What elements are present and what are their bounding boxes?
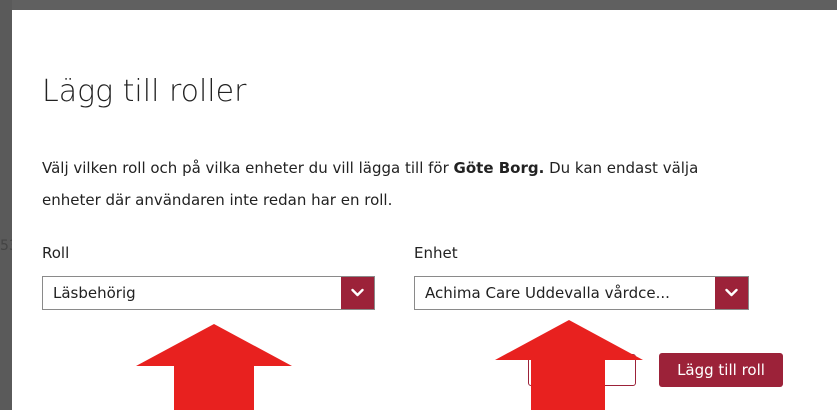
dialog-title: Lägg till roller — [42, 74, 247, 109]
unit-select[interactable]: Achima Care Uddevalla vårdce... — [414, 276, 749, 310]
unit-select-value: Achima Care Uddevalla vårdce... — [425, 284, 670, 302]
backdrop-overlay-top — [0, 0, 837, 10]
unit-dropdown-toggle[interactable] — [715, 277, 748, 309]
chevron-down-icon — [351, 288, 364, 297]
chevron-down-icon — [725, 288, 738, 297]
user-name: Göte Borg. — [453, 159, 545, 177]
background-partial-text: 53 — [0, 238, 12, 254]
red-arrow-up-icon — [495, 320, 643, 410]
role-select[interactable]: Läsbehörig — [42, 276, 375, 310]
role-select-value: Läsbehörig — [53, 284, 136, 302]
add-role-button[interactable]: Lägg till roll — [659, 353, 783, 387]
role-dropdown-toggle[interactable] — [341, 277, 374, 309]
unit-label: Enhet — [414, 244, 458, 262]
backdrop-overlay-left — [0, 0, 12, 410]
dialog-description: Välj vilken roll och på vilka enheter du… — [42, 152, 742, 216]
description-text-start: Välj vilken roll och på vilka enheter du… — [42, 159, 454, 177]
red-arrow-up-icon — [136, 324, 292, 410]
role-label: Roll — [42, 244, 70, 262]
